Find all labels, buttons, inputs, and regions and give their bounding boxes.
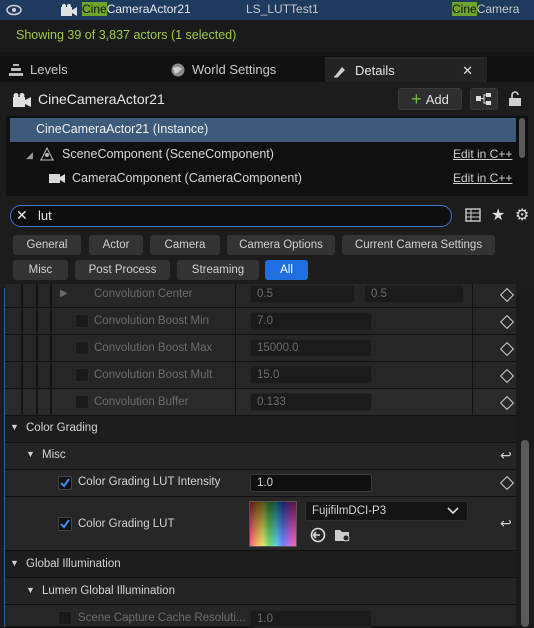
scene-component-label[interactable]: SceneComponent (SceneComponent) xyxy=(62,147,274,161)
details-search-input[interactable] xyxy=(10,205,452,227)
lut-intensity-label: Color Grading LUT Intensity xyxy=(78,476,221,488)
override-checkbox[interactable] xyxy=(58,611,72,625)
filter-current-camera-settings[interactable]: Current Camera Settings xyxy=(342,235,495,255)
convolution-buffer-value[interactable]: 0.133 xyxy=(250,393,372,411)
blueprint-icon xyxy=(476,93,491,105)
eye-icon[interactable] xyxy=(6,3,22,17)
convolution-buffer-label: Convolution Buffer xyxy=(94,396,189,408)
convolution-boost-max-label: Convolution Boost Max xyxy=(94,342,213,354)
table-view-icon[interactable] xyxy=(465,208,481,222)
levels-icon xyxy=(9,63,23,76)
override-checkbox[interactable] xyxy=(75,395,89,409)
lut-intensity-checkbox[interactable] xyxy=(58,476,72,490)
subcategory-row[interactable] xyxy=(5,443,516,470)
reset-to-default-icon[interactable]: ↩ xyxy=(500,515,512,532)
convolution-center-y[interactable]: 0.5 xyxy=(364,285,464,303)
globe-icon xyxy=(171,63,185,76)
lumen-gi-subcategory: Lumen Global Illumination xyxy=(42,585,175,597)
indent-guide xyxy=(36,284,38,416)
collapse-arrow-icon[interactable]: ▼ xyxy=(26,585,35,595)
search-highlight: Cine xyxy=(82,2,107,16)
collapse-arrow-icon[interactable]: ▼ xyxy=(26,449,35,459)
outliner-status-text: Showing 39 of 3,837 actors (1 selected) xyxy=(16,28,237,42)
actor-name-suffix: CameraActor21 xyxy=(106,2,191,16)
lut-checkbox[interactable] xyxy=(58,517,72,531)
type-highlight: Cine xyxy=(452,2,477,16)
convolution-boost-mult-label: Convolution Boost Mult xyxy=(94,369,213,381)
camera-component-icon xyxy=(49,174,65,183)
type-suffix: Camera xyxy=(476,2,520,16)
search-input-value: lut xyxy=(38,208,52,223)
scene-component-icon xyxy=(40,146,54,161)
tab-details[interactable]: Details ✕ xyxy=(325,57,487,82)
add-component-button[interactable]: + Add xyxy=(398,88,462,110)
edit-in-cpp-link[interactable]: Edit in C++ xyxy=(453,171,512,185)
indent-guide xyxy=(21,284,23,416)
collapse-arrow-icon[interactable]: ◢ xyxy=(26,150,33,161)
lut-texture-thumbnail[interactable] xyxy=(249,501,297,547)
outliner-level-name: LS_LUTTest1 xyxy=(246,2,319,16)
lut-intensity-value[interactable]: 1.0 xyxy=(250,474,372,492)
camera-component-label[interactable]: CameraComponent (CameraComponent) xyxy=(72,171,302,185)
convolution-boost-max-value[interactable]: 15000.0 xyxy=(250,339,372,357)
camera-actor-icon xyxy=(61,4,77,16)
outliner-type-name: CineCamera xyxy=(452,2,519,16)
chevron-down-icon[interactable] xyxy=(447,506,459,516)
settings-gear-icon[interactable]: ⚙ xyxy=(515,205,529,225)
favorites-star-icon[interactable]: ★ xyxy=(491,205,505,225)
convolution-center-label: Convolution Center xyxy=(94,288,193,300)
tab-levels-label: Levels xyxy=(30,62,68,77)
details-actor-title: CineCameraActor21 xyxy=(38,91,165,107)
expand-arrow-icon[interactable]: ▶ xyxy=(60,288,68,299)
filter-general[interactable]: General xyxy=(13,235,81,255)
filter-actor[interactable]: Actor xyxy=(89,235,143,255)
plus-icon: + xyxy=(411,89,422,109)
filter-post-process[interactable]: Post Process xyxy=(75,260,170,280)
lut-asset-name: FujifilmDCI-P3 xyxy=(312,505,387,517)
add-button-label: Add xyxy=(425,91,449,107)
convolution-boost-min-value[interactable]: 7.0 xyxy=(250,312,372,330)
tab-details-label: Details xyxy=(355,63,395,78)
tab-world-settings[interactable]: World Settings xyxy=(170,57,320,82)
indent-guide xyxy=(50,284,52,416)
filter-camera[interactable]: Camera xyxy=(150,235,220,255)
clear-search-icon[interactable]: ✕ xyxy=(16,207,28,224)
convolution-boost-mult-value[interactable]: 15.0 xyxy=(250,366,372,384)
edit-in-cpp-link[interactable]: Edit in C++ xyxy=(453,147,512,161)
override-checkbox[interactable] xyxy=(75,314,89,328)
override-checkbox[interactable] xyxy=(75,368,89,382)
lut-label: Color Grading LUT xyxy=(78,518,175,530)
component-tree-scrollbar[interactable] xyxy=(519,118,525,158)
property-grid-scrollbar[interactable] xyxy=(521,440,529,627)
convolution-center-x[interactable]: 0.5 xyxy=(250,285,355,303)
collapse-arrow-icon[interactable]: ▼ xyxy=(10,422,19,432)
collapse-arrow-icon[interactable]: ▼ xyxy=(10,558,19,568)
lut-asset-dropdown[interactable]: FujifilmDCI-P3 xyxy=(305,501,468,521)
filter-misc[interactable]: Misc xyxy=(13,260,68,280)
tab-levels[interactable]: Levels xyxy=(8,57,148,82)
blueprint-button[interactable] xyxy=(470,88,498,110)
override-checkbox[interactable] xyxy=(75,341,89,355)
use-selected-asset-icon[interactable] xyxy=(310,527,326,543)
camera-actor-icon xyxy=(13,93,31,107)
browse-asset-icon[interactable] xyxy=(334,527,352,543)
close-tab-icon[interactable]: ✕ xyxy=(462,63,473,79)
component-instance-label: CineCameraActor21 (Instance) xyxy=(36,122,209,136)
checkmark-icon xyxy=(60,478,70,488)
color-grading-category: Color Grading xyxy=(26,422,98,434)
details-icon xyxy=(334,66,345,77)
outliner-actor-name: CineCameraActor21 xyxy=(82,2,191,16)
tab-world-settings-label: World Settings xyxy=(192,62,277,77)
lock-icon[interactable] xyxy=(508,91,522,107)
scene-capture-label: Scene Capture Cache Resoluti... xyxy=(78,612,246,624)
convolution-boost-min-label: Convolution Boost Min xyxy=(94,315,210,327)
filter-camera-options[interactable]: Camera Options xyxy=(227,235,335,255)
misc-subcategory: Misc xyxy=(42,449,66,461)
filter-all[interactable]: All xyxy=(265,260,308,280)
checkmark-icon xyxy=(60,519,70,529)
scene-capture-value[interactable]: 1.0 xyxy=(250,610,372,628)
reset-to-default-icon[interactable]: ↩ xyxy=(500,447,512,464)
filter-streaming[interactable]: Streaming xyxy=(177,260,259,280)
global-illumination-category: Global Illumination xyxy=(26,558,121,570)
